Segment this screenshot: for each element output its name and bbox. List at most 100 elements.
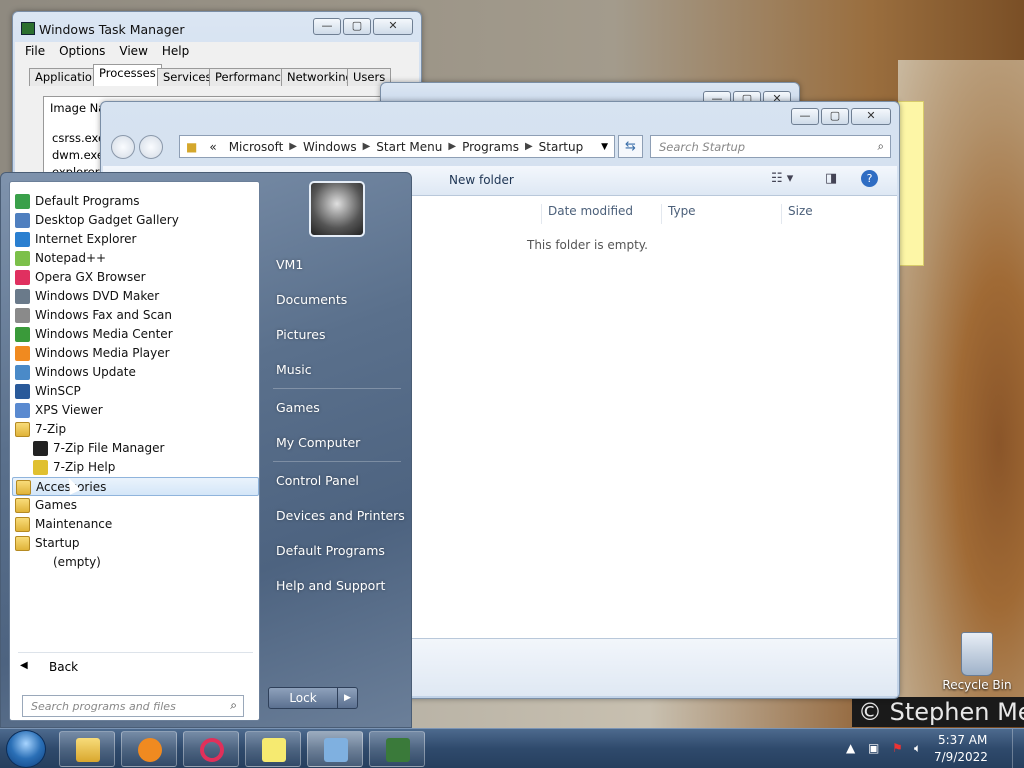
column-date-modified[interactable]: Date modified bbox=[541, 204, 657, 224]
program-item[interactable]: Windows Fax and Scan bbox=[12, 306, 259, 325]
program-label: Internet Explorer bbox=[35, 232, 137, 246]
taskbar-control-panel[interactable] bbox=[307, 731, 363, 767]
start-link-documents[interactable]: Documents bbox=[276, 292, 347, 307]
lock-button[interactable]: Lock ▶ bbox=[268, 687, 358, 709]
program-label: Games bbox=[35, 498, 77, 512]
folder-icon bbox=[16, 480, 31, 495]
minimize-button[interactable]: — bbox=[791, 108, 819, 125]
program-item[interactable]: (empty) bbox=[12, 553, 259, 572]
taskbar-task-manager[interactable] bbox=[369, 731, 425, 767]
chevron-right-icon[interactable]: ▶ bbox=[289, 141, 297, 152]
program-item[interactable]: Notepad++ bbox=[12, 249, 259, 268]
menu-view[interactable]: View bbox=[119, 42, 147, 60]
column-size[interactable]: Size bbox=[781, 204, 861, 224]
menu-help[interactable]: Help bbox=[162, 42, 189, 60]
divider bbox=[18, 652, 253, 653]
program-item[interactable]: Windows DVD Maker bbox=[12, 287, 259, 306]
start-link-control-panel[interactable]: Control Panel bbox=[276, 473, 359, 488]
gadget-icon bbox=[15, 213, 30, 228]
program-item[interactable]: XPS Viewer bbox=[12, 401, 259, 420]
help-icon[interactable]: ? bbox=[861, 170, 878, 187]
program-item[interactable]: Internet Explorer bbox=[12, 230, 259, 249]
start-link-default-programs[interactable]: Default Programs bbox=[276, 543, 385, 558]
program-item[interactable]: 7-Zip File Manager bbox=[12, 439, 259, 458]
user-avatar[interactable] bbox=[309, 181, 365, 237]
program-item[interactable]: Windows Media Center bbox=[12, 325, 259, 344]
action-center-icon[interactable]: ⚑ bbox=[892, 741, 903, 755]
program-item[interactable]: Windows Update bbox=[12, 363, 259, 382]
start-link-my-computer[interactable]: My Computer bbox=[276, 435, 360, 450]
network-icon[interactable]: ▣ bbox=[868, 741, 879, 755]
view-options-icon[interactable]: ☷ ▾ bbox=[771, 171, 793, 186]
volume-icon[interactable]: 🔈︎ bbox=[914, 741, 921, 756]
search-input[interactable]: Search Startup ⌕ bbox=[650, 135, 891, 158]
start-search-placeholder: Search programs and files bbox=[31, 700, 176, 713]
program-item[interactable]: Windows Media Player bbox=[12, 344, 259, 363]
ie-icon bbox=[15, 232, 30, 247]
recycle-bin[interactable]: Recycle Bin bbox=[940, 632, 1014, 692]
sevenzip-icon bbox=[33, 441, 48, 456]
new-folder-button[interactable]: New folder bbox=[449, 173, 514, 187]
chevron-down-icon[interactable]: ▼ bbox=[601, 142, 614, 152]
task-manager-icon bbox=[21, 22, 35, 35]
folder-icon bbox=[76, 738, 100, 762]
address-bar[interactable]: ■ « Microsoft ▶ Windows ▶ Start Menu ▶ P… bbox=[179, 135, 615, 158]
column-type[interactable]: Type bbox=[661, 204, 779, 224]
breadcrumb-startup[interactable]: Startup bbox=[533, 140, 590, 154]
start-link-pictures[interactable]: Pictures bbox=[276, 327, 326, 342]
program-item[interactable]: Desktop Gadget Gallery bbox=[12, 211, 259, 230]
start-search-input[interactable]: Search programs and files ⌕ bbox=[22, 695, 244, 717]
recycle-bin-label: Recycle Bin bbox=[942, 678, 1012, 692]
maximize-button[interactable]: ▢ bbox=[343, 18, 371, 35]
breadcrumb-microsoft[interactable]: Microsoft bbox=[223, 140, 290, 154]
back-button[interactable]: ◀ Back bbox=[20, 660, 78, 674]
taskbar-media-player[interactable] bbox=[121, 731, 177, 767]
taskbar-explorer[interactable] bbox=[59, 731, 115, 767]
program-item[interactable]: WinSCP bbox=[12, 382, 259, 401]
program-item[interactable]: Accessories bbox=[12, 477, 259, 496]
forward-button[interactable] bbox=[139, 135, 163, 159]
folder-icon: ■ bbox=[186, 139, 198, 154]
chevron-right-icon[interactable]: ▶ bbox=[363, 141, 371, 152]
close-button[interactable]: ✕ bbox=[851, 108, 891, 125]
show-hidden-icons-icon[interactable]: ▲ bbox=[846, 741, 855, 755]
process-row[interactable]: dwm.exe bbox=[52, 148, 104, 162]
program-item[interactable]: Startup bbox=[12, 534, 259, 553]
start-link-games[interactable]: Games bbox=[276, 400, 320, 415]
menu-file[interactable]: File bbox=[25, 42, 45, 60]
program-item[interactable]: Default Programs bbox=[12, 192, 259, 211]
breadcrumb-overflow[interactable]: « bbox=[203, 140, 222, 154]
breadcrumb-programs[interactable]: Programs bbox=[456, 140, 525, 154]
clock-date[interactable]: 7/9/2022 bbox=[934, 750, 988, 764]
shutdown-options-arrow-icon[interactable]: ▶ bbox=[337, 688, 357, 708]
preview-pane-icon[interactable]: ◨ bbox=[825, 171, 837, 186]
chevron-right-icon[interactable]: ▶ bbox=[448, 141, 456, 152]
start-link-music[interactable]: Music bbox=[276, 362, 312, 377]
close-button[interactable]: ✕ bbox=[373, 18, 413, 35]
divider bbox=[273, 388, 401, 389]
breadcrumb-windows[interactable]: Windows bbox=[297, 140, 363, 154]
start-button[interactable] bbox=[6, 730, 46, 768]
minimize-button[interactable]: — bbox=[313, 18, 341, 35]
program-item[interactable]: 7-Zip Help bbox=[12, 458, 259, 477]
taskbar-sticky-notes[interactable] bbox=[245, 731, 301, 767]
menu-options[interactable]: Options bbox=[59, 42, 105, 60]
program-item[interactable]: Opera GX Browser bbox=[12, 268, 259, 287]
program-item[interactable]: Games bbox=[12, 496, 259, 515]
breadcrumb-start-menu[interactable]: Start Menu bbox=[370, 140, 448, 154]
start-link-vm1[interactable]: VM1 bbox=[276, 257, 303, 272]
program-item[interactable]: 7-Zip bbox=[12, 420, 259, 439]
tab-processes[interactable]: Processes bbox=[93, 64, 162, 86]
process-row[interactable]: csrss.exe bbox=[52, 131, 105, 145]
taskbar-opera[interactable] bbox=[183, 731, 239, 767]
maximize-button[interactable]: ▢ bbox=[821, 108, 849, 125]
sticky-note[interactable] bbox=[898, 101, 924, 266]
clock-time[interactable]: 5:37 AM bbox=[938, 733, 987, 747]
back-button[interactable] bbox=[111, 135, 135, 159]
chevron-right-icon[interactable]: ▶ bbox=[525, 141, 533, 152]
refresh-icon[interactable]: ⇆ bbox=[618, 135, 643, 158]
program-item[interactable]: Maintenance bbox=[12, 515, 259, 534]
start-link-devices-and-printers[interactable]: Devices and Printers bbox=[276, 508, 405, 523]
show-desktop-button[interactable] bbox=[1012, 729, 1024, 768]
start-link-help-and-support[interactable]: Help and Support bbox=[276, 578, 385, 593]
